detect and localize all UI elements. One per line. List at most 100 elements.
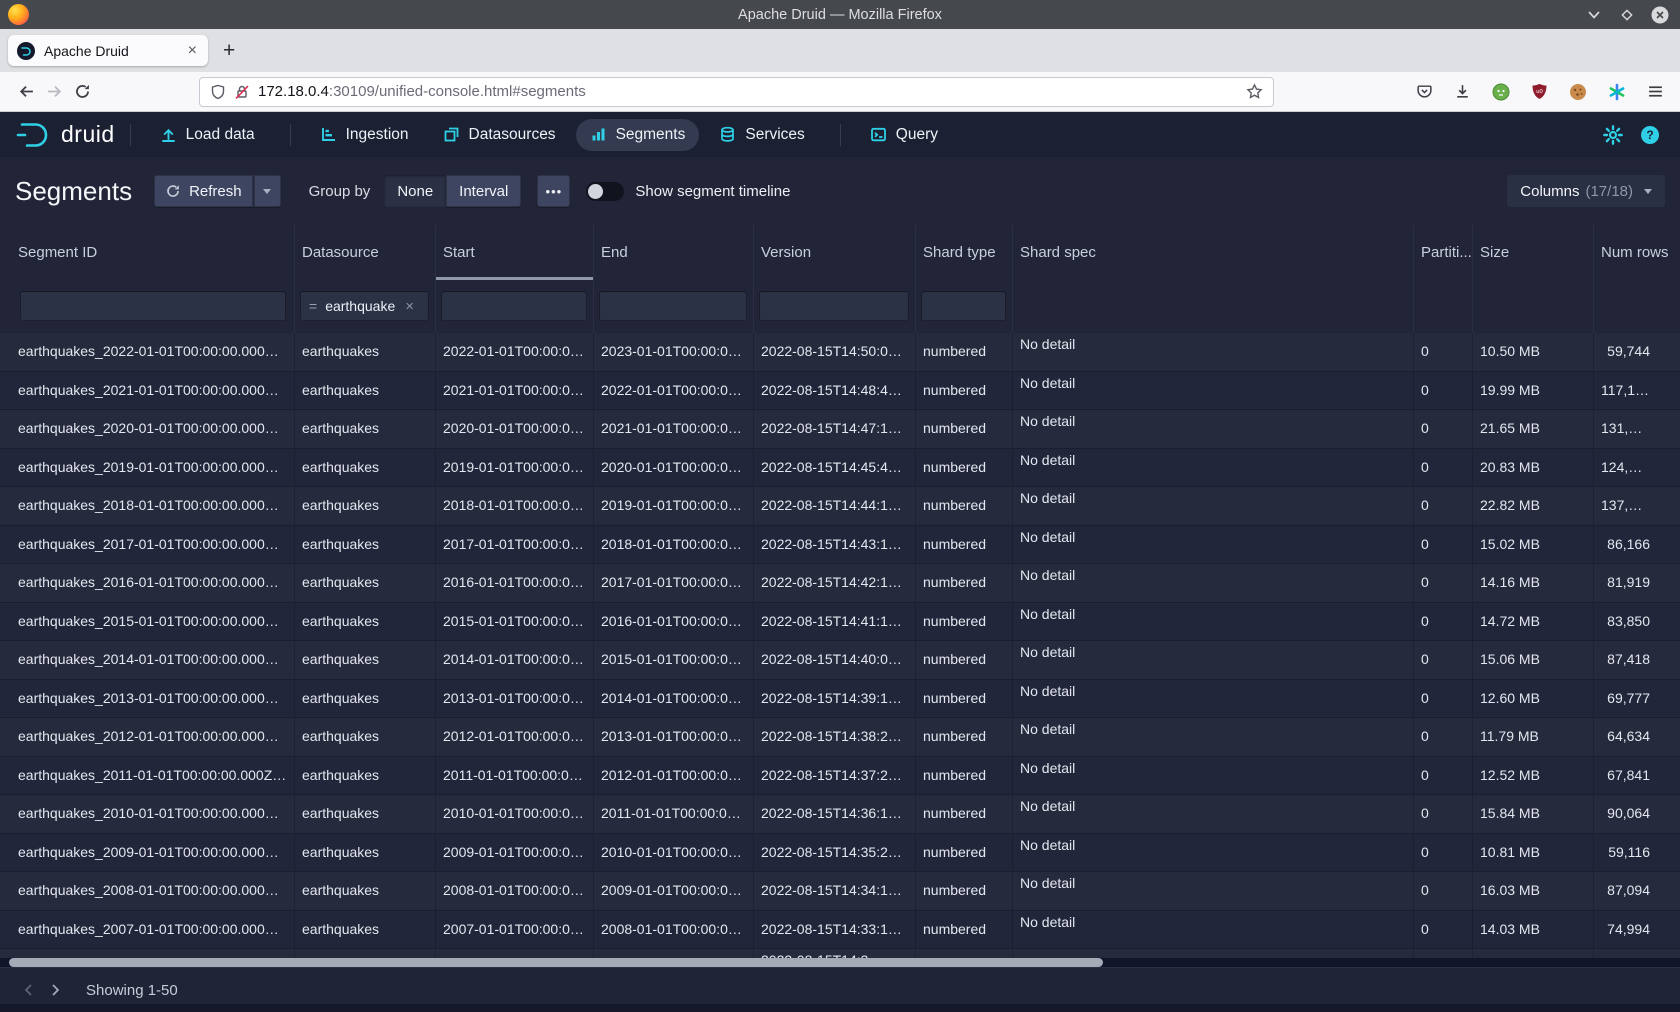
- table-row[interactable]: earthquakes_2018-01-01T00:00:00.000Z_2..…: [0, 487, 1680, 526]
- cell-shard-spec: No detail: [1013, 410, 1414, 448]
- maximize-icon[interactable]: [1617, 5, 1637, 25]
- table-row[interactable]: earthquakes_2008-01-01T00:00:00.000Z_2..…: [0, 872, 1680, 911]
- back-icon[interactable]: [12, 78, 40, 106]
- pocket-icon[interactable]: [1416, 83, 1433, 100]
- end-filter-input[interactable]: [599, 291, 747, 321]
- column-header-segment-id[interactable]: Segment ID: [0, 225, 295, 280]
- refresh-dropdown-button[interactable]: [253, 175, 281, 207]
- extension-asterisk-icon[interactable]: [1608, 83, 1626, 101]
- cell-version: 2022-08-15T14:39:12.5...: [754, 680, 916, 718]
- cell-datasource: earthquakes: [295, 757, 436, 795]
- cookie-icon[interactable]: [1569, 83, 1587, 101]
- table-row[interactable]: earthquakes_2009-01-01T00:00:00.000Z_2..…: [0, 834, 1680, 873]
- shard-type-filter-input[interactable]: [921, 291, 1006, 321]
- cell-size: 16.03 MB: [1473, 872, 1594, 910]
- cell-start: 2019-01-01T00:00:00.0...: [436, 449, 594, 487]
- ublock-icon[interactable]: u0: [1531, 83, 1548, 101]
- scrollbar-thumb[interactable]: [9, 958, 1103, 967]
- filter-value: earthquake: [325, 298, 395, 314]
- new-tab-button[interactable]: +: [223, 39, 235, 63]
- table-row[interactable]: earthquakes_2007-01-01T00:00:00.000Z_2..…: [0, 911, 1680, 950]
- more-options-button[interactable]: •••: [537, 175, 570, 207]
- cell-size: 10.50 MB: [1473, 333, 1594, 371]
- forward-icon[interactable]: [40, 78, 68, 106]
- table-row[interactable]: earthquakes_2014-01-01T00:00:00.000Z_2..…: [0, 641, 1680, 680]
- column-header-num-rows[interactable]: Num rows: [1594, 225, 1680, 280]
- table-row[interactable]: earthquakes_2021-01-01T00:00:00.000Z_2..…: [0, 372, 1680, 411]
- next-page-icon[interactable]: [42, 977, 68, 1003]
- cell-start: 2014-01-01T00:00:00.0...: [436, 641, 594, 679]
- download-icon[interactable]: [1454, 83, 1471, 100]
- shield-icon[interactable]: [210, 84, 226, 100]
- table-row[interactable]: earthquakes_2022-01-01T00:00:00.000Z_2..…: [0, 333, 1680, 372]
- cell-end: 2015-01-01T00:00:00.0...: [594, 641, 754, 679]
- tab-close-icon[interactable]: ×: [186, 43, 199, 59]
- column-header-shard-type[interactable]: Shard type: [916, 225, 1013, 280]
- column-header-shard-spec[interactable]: Shard spec: [1013, 225, 1414, 280]
- segment-timeline-toggle[interactable]: [586, 182, 624, 201]
- column-header-end[interactable]: End: [594, 225, 754, 280]
- cell-shard-spec: No detail: [1013, 911, 1414, 949]
- cell-version: 2022-08-15T14:40:08.4...: [754, 641, 916, 679]
- table-row[interactable]: earthquakes_2015-01-01T00:00:00.000Z_2..…: [0, 603, 1680, 642]
- firefox-icon: [8, 4, 29, 25]
- cell-num-rows: 90,064: [1594, 795, 1680, 833]
- bookmark-star-icon[interactable]: [1246, 83, 1263, 100]
- insecure-lock-icon[interactable]: [234, 84, 250, 100]
- close-icon[interactable]: [1650, 5, 1670, 25]
- column-header-version[interactable]: Version: [754, 225, 916, 280]
- nav-item-services[interactable]: Services: [705, 119, 818, 151]
- horizontal-scrollbar[interactable]: [0, 958, 1680, 967]
- group-by-none-button[interactable]: None: [384, 175, 446, 207]
- table-row[interactable]: earthquakes_2012-01-01T00:00:00.000Z_2..…: [0, 718, 1680, 757]
- cell-segment-id: earthquakes_2008-01-01T00:00:00.000Z_2..…: [0, 872, 295, 910]
- previous-page-icon[interactable]: [16, 977, 42, 1003]
- segment-id-filter-input[interactable]: [20, 291, 286, 321]
- reload-icon[interactable]: [68, 78, 96, 106]
- cell-size: 12.60 MB: [1473, 680, 1594, 718]
- nav-item-label: Query: [896, 126, 938, 144]
- table-row[interactable]: earthquakes_2019-01-01T00:00:00.000Z_2..…: [0, 449, 1680, 488]
- cell-shard-type: numbered: [916, 834, 1013, 872]
- refresh-button[interactable]: Refresh: [154, 175, 253, 207]
- column-header-datasource[interactable]: Datasource: [295, 225, 436, 280]
- minimize-icon[interactable]: [1584, 5, 1604, 25]
- cell-segment-id: earthquakes_2011-01-01T00:00:00.000Z_2..…: [0, 757, 295, 795]
- column-header-start[interactable]: Start: [436, 225, 594, 280]
- menu-hamburger-icon[interactable]: [1647, 83, 1664, 100]
- table-row[interactable]: earthquakes_2011-01-01T00:00:00.000Z_2..…: [0, 757, 1680, 796]
- druid-brand[interactable]: druid: [14, 120, 115, 150]
- nav-item-ingestion[interactable]: Ingestion: [306, 119, 423, 151]
- nav-item-query[interactable]: Query: [856, 119, 952, 151]
- column-header-size[interactable]: Size: [1473, 225, 1594, 280]
- filter-remove-icon[interactable]: ×: [405, 298, 414, 315]
- cell-num-rows: 59,744: [1594, 333, 1680, 371]
- start-filter-input[interactable]: [441, 291, 587, 321]
- cell-version: 2022-08-15T14:45:49.1...: [754, 449, 916, 487]
- datasource-filter-input[interactable]: = earthquake ×: [300, 291, 429, 321]
- table-row[interactable]: earthquakes_2017-01-01T00:00:00.000Z_2..…: [0, 526, 1680, 565]
- table-row[interactable]: earthquakes_2020-01-01T00:00:00.000Z_2..…: [0, 410, 1680, 449]
- cell-partition: 0: [1414, 718, 1473, 756]
- nav-item-datasources[interactable]: Datasources: [429, 119, 570, 151]
- cell-segment-id: earthquakes_2021-01-01T00:00:00.000Z_2..…: [0, 372, 295, 410]
- nav-item-load-data[interactable]: Load data: [146, 119, 269, 151]
- tab-apache-druid[interactable]: Apache Druid ×: [8, 35, 208, 66]
- group-by-interval-button[interactable]: Interval: [446, 175, 521, 207]
- settings-gear-icon[interactable]: [1603, 125, 1623, 145]
- url-bar[interactable]: 172.18.0.4:30109/unified-console.html#se…: [199, 77, 1274, 107]
- url-text[interactable]: 172.18.0.4:30109/unified-console.html#se…: [258, 83, 1246, 100]
- cell-shard-spec: No detail: [1013, 757, 1414, 795]
- cell-num-rows: 67,841: [1594, 757, 1680, 795]
- nav-item-segments[interactable]: Segments: [576, 119, 700, 151]
- druid-logo-icon: [14, 120, 54, 150]
- table-row[interactable]: earthquakes_2016-01-01T00:00:00.000Z_2..…: [0, 564, 1680, 603]
- version-filter-input[interactable]: [759, 291, 909, 321]
- table-row[interactable]: earthquakes_2010-01-01T00:00:00.000Z_2..…: [0, 795, 1680, 834]
- column-header-partition[interactable]: Partiti...: [1414, 225, 1473, 280]
- help-icon[interactable]: ?: [1640, 125, 1660, 145]
- columns-button[interactable]: Columns (17/18): [1507, 175, 1665, 207]
- privacy-badger-icon[interactable]: [1492, 83, 1510, 101]
- table-row[interactable]: earthquakes_2013-01-01T00:00:00.000Z_2..…: [0, 680, 1680, 719]
- cell-partition: 0: [1414, 603, 1473, 641]
